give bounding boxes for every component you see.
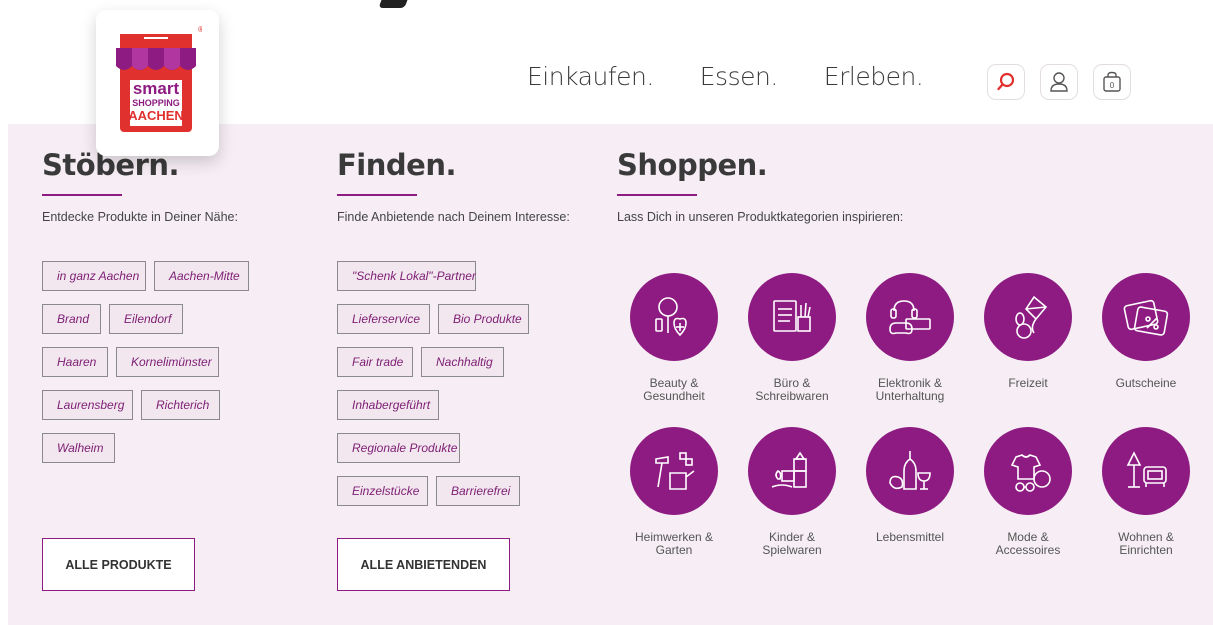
- user-icon: [1050, 72, 1068, 92]
- beauty-icon: [655, 297, 687, 337]
- category-electronics[interactable]: Elektronik & Unterhaltung: [850, 273, 970, 403]
- category-label: Kinder & Spielwaren: [762, 530, 822, 557]
- leisure-icon: [1015, 295, 1048, 339]
- category-office[interactable]: Büro & Schreibwaren: [732, 273, 852, 403]
- category-diy-garden[interactable]: Heimwerken & Garten: [614, 427, 734, 557]
- category-food[interactable]: Lebensmittel: [850, 427, 970, 544]
- search-button[interactable]: [987, 64, 1025, 100]
- living-icon: [1126, 451, 1167, 488]
- browse-subtitle: Entdecke Produkte in Deiner Nähe:: [42, 210, 238, 224]
- all-vendors-button[interactable]: ALLE ANBIETENDEN: [337, 538, 510, 591]
- logo[interactable]: smart SHOPPING AACHEN ®: [96, 10, 219, 156]
- shop-underline: [617, 194, 697, 196]
- nav-erleben[interactable]: Erleben.: [824, 62, 924, 91]
- cart-count: 0: [1110, 81, 1115, 90]
- food-icon: [889, 451, 931, 490]
- tag-interest-lieferservice[interactable]: Lieferservice: [337, 304, 430, 334]
- tag-location-haaren[interactable]: Haaren: [42, 347, 108, 377]
- category-toys[interactable]: Kinder & Spielwaren: [732, 427, 852, 557]
- tag-interest-barrierefrei[interactable]: Barrierefrei: [436, 476, 520, 506]
- svg-text:smart: smart: [133, 79, 180, 98]
- svg-text:AACHEN: AACHEN: [128, 108, 184, 123]
- category-leisure[interactable]: Freizeit: [968, 273, 1088, 390]
- office-icon: [773, 300, 811, 332]
- top-decoration: [378, 0, 408, 8]
- tools-garden-icon: [655, 452, 695, 490]
- tag-location-walheim[interactable]: Walheim: [42, 433, 115, 463]
- cart-button[interactable]: 0: [1093, 64, 1131, 100]
- tag-interest-fair-trade[interactable]: Fair trade: [337, 347, 413, 377]
- category-label: Elektronik & Unterhaltung: [875, 376, 945, 403]
- category-label: Gutscheine: [1115, 376, 1177, 390]
- cart-icon: 0: [1103, 71, 1121, 92]
- svg-text:SHOPPING: SHOPPING: [132, 98, 180, 108]
- tag-location-aachen-mitte[interactable]: Aachen-Mitte: [154, 261, 249, 291]
- tag-location-brand[interactable]: Brand: [42, 304, 101, 334]
- shop-title: Shoppen.: [617, 148, 768, 182]
- category-label: Wohnen & Einrichten: [1118, 530, 1174, 557]
- tag-interest-inhabergefuehrt[interactable]: Inhabergeführt: [337, 390, 439, 420]
- search-icon: [997, 72, 1015, 91]
- voucher-icon: [1123, 299, 1169, 336]
- category-label: Freizeit: [1008, 376, 1048, 390]
- all-products-button[interactable]: ALLE PRODUKTE: [42, 538, 195, 591]
- tag-interest-einzelstuecke[interactable]: Einzelstücke: [337, 476, 428, 506]
- svg-text:®: ®: [198, 25, 202, 34]
- electronics-icon: [889, 300, 931, 335]
- logo-mark: smart SHOPPING AACHEN ®: [116, 25, 202, 132]
- category-beauty[interactable]: Beauty & Gesundheit: [614, 273, 734, 403]
- tag-interest-regionale-produkte[interactable]: Regionale Produkte: [337, 433, 460, 463]
- tag-interest-bio-produkte[interactable]: Bio Produkte: [438, 304, 529, 334]
- tag-location-kornelimuenster[interactable]: Kornelimünster: [116, 347, 219, 377]
- category-label: Heimwerken & Garten: [634, 530, 714, 557]
- find-title: Finden.: [337, 148, 457, 182]
- category-label: Beauty & Gesundheit: [643, 376, 705, 403]
- nav-einkaufen[interactable]: Einkaufen.: [527, 62, 654, 91]
- category-label: Lebensmittel: [875, 530, 945, 544]
- account-button[interactable]: [1040, 64, 1078, 100]
- tag-location-laurensberg[interactable]: Laurensberg: [42, 390, 133, 420]
- category-fashion[interactable]: Mode & Accessoires: [968, 427, 1088, 557]
- find-subtitle: Finde Anbietende nach Deinem Interesse:: [337, 210, 570, 224]
- main-nav: Einkaufen. Essen. Erleben.: [527, 62, 924, 91]
- shop-subtitle: Lass Dich in unseren Produktkategorien i…: [617, 210, 904, 224]
- category-label: Mode & Accessoires: [995, 530, 1061, 557]
- tag-location-richterich[interactable]: Richterich: [141, 390, 220, 420]
- tag-location-aachen[interactable]: in ganz Aachen: [42, 261, 146, 291]
- browse-underline: [42, 194, 122, 196]
- tag-interest-schenk-lokal[interactable]: "Schenk Lokal"-Partner: [337, 261, 476, 291]
- find-underline: [337, 194, 417, 196]
- category-vouchers[interactable]: Gutscheine: [1086, 273, 1206, 390]
- tag-interest-nachhaltig[interactable]: Nachhaltig: [421, 347, 504, 377]
- nav-essen[interactable]: Essen.: [700, 62, 779, 91]
- toys-icon: [771, 451, 807, 488]
- category-label: Büro & Schreibwaren: [755, 376, 829, 403]
- tag-location-eilendorf[interactable]: Eilendorf: [109, 304, 183, 334]
- fashion-icon: [1010, 454, 1051, 492]
- category-living[interactable]: Wohnen & Einrichten: [1086, 427, 1206, 557]
